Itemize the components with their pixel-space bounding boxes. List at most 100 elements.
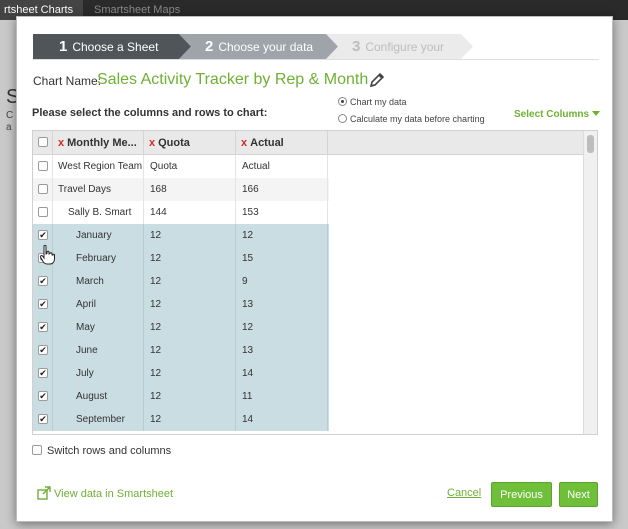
remove-column-icon[interactable]: x — [149, 137, 155, 149]
actual-cell: 13 — [236, 339, 328, 362]
actual-cell: 153 — [236, 201, 328, 224]
checkbox[interactable] — [38, 184, 48, 194]
table-row[interactable]: ✔ July 12 14 — [33, 362, 329, 385]
actual-cell: 12 — [236, 316, 328, 339]
view-link-label: View data in Smartsheet — [54, 488, 174, 500]
chart-name-label: Chart Name: — [33, 74, 102, 88]
step-number: 3 — [352, 38, 361, 55]
radio-button[interactable] — [338, 114, 347, 123]
scrollbar-thumb[interactable] — [587, 135, 594, 153]
table-row[interactable]: ✔February1215 — [33, 247, 329, 270]
actual-cell: 11 — [236, 385, 328, 408]
select-all-checkbox[interactable] — [38, 137, 48, 147]
table-row[interactable]: ✔ March 12 9 — [33, 270, 329, 293]
row-name-cell: February — [53, 247, 144, 270]
grid-scrollbar[interactable] — [583, 131, 597, 434]
radio-chart-my-data[interactable]: Chart my data — [338, 97, 407, 107]
remove-column-icon[interactable]: x — [58, 137, 64, 149]
switch-rows-columns-toggle[interactable]: Switch rows and columns — [32, 445, 171, 457]
next-button[interactable]: Next — [559, 482, 598, 507]
row-name-cell: July — [53, 362, 144, 385]
checkbox-checked[interactable]: ✔ — [38, 230, 48, 240]
cancel-link[interactable]: Cancel — [447, 487, 481, 499]
column-header-label: Quota — [158, 137, 190, 149]
row-name-cell: March — [53, 270, 144, 293]
row-checkbox-cell[interactable]: ✔ — [33, 224, 53, 247]
checkbox-checked[interactable]: ✔ — [38, 276, 48, 286]
table-row[interactable]: ✔ June 12 13 — [33, 339, 329, 362]
grid-header: x Monthly Me... x Quota x Actual — [33, 131, 583, 155]
data-grid: x Monthly Me... x Quota x Actual West Regio… — [32, 130, 598, 435]
select-data-heading: Please select the columns and rows to ch… — [32, 107, 268, 119]
checkbox-checked[interactable]: ✔ — [38, 345, 48, 355]
checkbox-checked[interactable]: ✔ — [38, 322, 48, 332]
row-name-cell: September — [53, 408, 144, 431]
row-checkbox-cell[interactable] — [33, 178, 53, 201]
step-label: Choose your data — [218, 40, 314, 54]
chart-name-value[interactable]: Sales Activity Tracker by Rep & Month — [97, 71, 368, 89]
radio-label: Chart my data — [350, 97, 407, 107]
checkbox-checked[interactable]: ✔ — [38, 414, 48, 424]
external-link-icon — [37, 486, 51, 500]
table-row[interactable]: ✔ April 12 13 — [33, 293, 329, 316]
table-row[interactable]: ✔ May 12 12 — [33, 316, 329, 339]
table-row[interactable]: West Region Team Quota Actual — [33, 155, 329, 178]
quota-cell: 12 — [144, 224, 236, 247]
radio-label: Calculate my data before charting — [350, 114, 485, 124]
checkbox-checked[interactable]: ✔ — [38, 299, 48, 309]
quota-cell: 12 — [144, 293, 236, 316]
row-checkbox-cell[interactable]: ✔ — [33, 339, 53, 362]
actual-cell: Actual — [236, 155, 328, 178]
row-checkbox-cell[interactable]: ✔ — [33, 385, 53, 408]
quota-cell: 12 — [144, 408, 236, 431]
row-checkbox-cell[interactable]: ✔ — [33, 293, 53, 316]
row-checkbox-cell[interactable]: ✔ — [33, 408, 53, 431]
checkbox[interactable] — [38, 161, 48, 171]
row-name-cell: West Region Team — [53, 155, 144, 178]
quota-cell: 168 — [144, 178, 236, 201]
table-row[interactable]: ✔ August 12 11 — [33, 385, 329, 408]
row-name-cell: June — [53, 339, 144, 362]
wizard-step-choose-data[interactable]: 2 Choose your data — [179, 34, 338, 59]
checkbox-checked[interactable]: ✔ — [38, 391, 48, 401]
row-checkbox-cell[interactable]: ✔ — [33, 270, 53, 293]
quota-cell: 12 — [144, 362, 236, 385]
row-name-cell: January — [53, 224, 144, 247]
column-header-monthly[interactable]: x Monthly Me... — [53, 131, 144, 155]
chart-wizard-dialog: 1 Choose a Sheet 2 Choose your data 3 Confi… — [16, 16, 613, 522]
radio-calculate-data[interactable]: Calculate my data before charting — [338, 114, 485, 124]
row-checkbox-cell[interactable]: ✔ — [33, 316, 53, 339]
quota-cell: 12 — [144, 270, 236, 293]
row-name-cell: April — [53, 293, 144, 316]
row-name-cell: August — [53, 385, 144, 408]
radio-button-selected[interactable] — [338, 97, 347, 106]
step-number: 2 — [205, 38, 214, 55]
row-checkbox-cell[interactable] — [33, 155, 53, 178]
table-row[interactable]: Travel Days 168 166 — [33, 178, 329, 201]
column-header-quota[interactable]: x Quota — [144, 131, 236, 155]
actual-cell: 12 — [236, 224, 328, 247]
wizard-step-choose-sheet[interactable]: 1 Choose a Sheet — [33, 34, 191, 59]
previous-button[interactable]: Previous — [491, 482, 552, 507]
table-row[interactable]: ✔ January 12 12 — [33, 224, 329, 247]
actual-cell: 14 — [236, 408, 328, 431]
row-checkbox-cell[interactable] — [33, 201, 53, 224]
switch-rows-checkbox[interactable] — [32, 445, 42, 455]
column-header-actual[interactable]: x Actual — [236, 131, 328, 155]
actual-cell: 13 — [236, 293, 328, 316]
column-header-label: Actual — [250, 137, 284, 149]
caret-down-icon — [592, 111, 601, 116]
quota-cell: 12 — [144, 385, 236, 408]
row-checkbox-cell[interactable]: ✔ — [33, 362, 53, 385]
table-row[interactable]: ✔ September 12 14 — [33, 408, 329, 431]
header-select-all[interactable] — [33, 131, 53, 155]
checkbox[interactable] — [38, 207, 48, 217]
table-row[interactable]: Sally B. Smart 144 153 — [33, 201, 329, 224]
select-columns-dropdown[interactable]: Select Columns — [514, 109, 601, 120]
remove-column-icon[interactable]: x — [241, 137, 247, 149]
pencil-edit-icon[interactable] — [369, 72, 385, 88]
quota-cell: 12 — [144, 316, 236, 339]
view-in-smartsheet-link[interactable]: View data in Smartsheet — [37, 486, 173, 500]
hand-cursor-icon — [39, 245, 55, 265]
checkbox-checked[interactable]: ✔ — [38, 368, 48, 378]
